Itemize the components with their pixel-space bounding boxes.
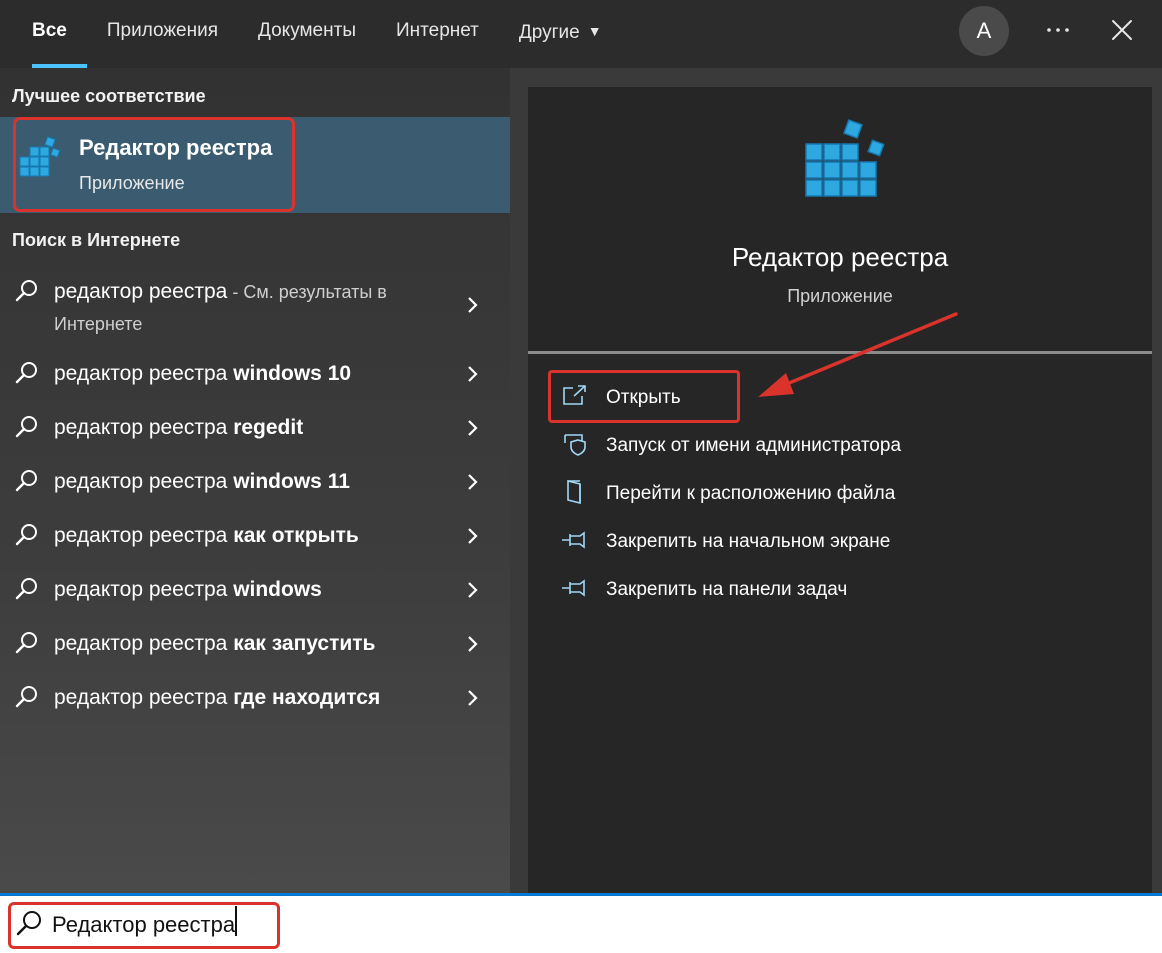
action-pin-to-start-label: Закрепить на начальном экране xyxy=(606,531,891,552)
preview-subtitle: Приложение xyxy=(787,286,893,306)
chevron-right-icon xyxy=(468,366,478,382)
suggestion-prefix: редактор реестра xyxy=(54,470,234,493)
more-options-icon[interactable] xyxy=(1040,12,1076,48)
highlight-frame-search xyxy=(8,902,280,949)
search-icon xyxy=(15,470,37,492)
web-suggestion-text: редактор реестра как запустить xyxy=(54,628,424,660)
preview-title: Редактор реестра xyxy=(731,242,949,272)
tab-all-label: Все xyxy=(32,20,67,41)
pin-icon xyxy=(562,531,585,549)
chevron-right-icon xyxy=(468,297,478,313)
suggestion-bold: как открыть xyxy=(233,524,359,547)
preview-divider xyxy=(528,351,1152,354)
chevron-right-icon xyxy=(468,420,478,436)
tab-documents[interactable]: Документы xyxy=(238,0,376,68)
action-pin-to-start[interactable]: Закрепить на начальном экране xyxy=(560,522,1120,562)
web-suggestion-text: редактор реестра regedit xyxy=(54,412,424,444)
web-suggestion-item[interactable]: редактор реестра windows 11 xyxy=(0,466,510,520)
avatar-initial: A xyxy=(976,18,992,43)
suggestion-prefix: редактор реестра xyxy=(54,524,234,547)
tab-documents-label: Документы xyxy=(258,20,356,41)
search-icon xyxy=(15,280,37,302)
suggestion-prefix: редактор реестра xyxy=(54,686,234,709)
shield-icon xyxy=(564,434,586,456)
highlight-frame-best-match xyxy=(13,117,295,212)
suggestion-prefix: редактор реестра xyxy=(54,578,234,601)
suggestion-prefix: редактор реестра xyxy=(54,632,234,655)
pin-icon xyxy=(562,579,585,597)
chevron-down-icon: ▼ xyxy=(587,23,602,39)
highlight-frame-open xyxy=(548,370,740,423)
chevron-right-icon xyxy=(468,474,478,490)
chevron-right-icon xyxy=(468,582,478,598)
web-suggestion-text: редактор реестра как открыть xyxy=(54,520,424,552)
search-icon xyxy=(15,686,37,708)
tab-all[interactable]: Все xyxy=(0,0,87,68)
web-suggestion-item[interactable]: редактор реестра где находится xyxy=(0,682,510,736)
search-icon xyxy=(15,632,37,654)
registry-editor-icon xyxy=(805,119,885,197)
web-suggestion-text: редактор реестра windows 11 xyxy=(54,466,424,498)
search-icon xyxy=(15,416,37,438)
suggestion-bold: как запустить xyxy=(233,632,376,655)
suggestion-bold: windows 10 xyxy=(233,362,352,385)
tab-apps[interactable]: Приложения xyxy=(87,0,238,68)
folder-icon xyxy=(567,480,581,504)
tab-apps-label: Приложения xyxy=(106,20,219,41)
action-run-as-admin[interactable]: Запуск от имени администратора xyxy=(560,426,1120,466)
web-suggestion-item[interactable]: редактор реестра windows 10 xyxy=(0,358,510,412)
search-icon xyxy=(15,578,37,600)
suggestion-bold: windows xyxy=(233,578,322,601)
best-match-heading: Лучшее соответствие xyxy=(12,86,206,106)
web-suggestion-item[interactable]: редактор реестра - См. результаты в Инте… xyxy=(0,276,510,340)
close-icon[interactable] xyxy=(1104,12,1140,48)
web-suggestion-item[interactable]: редактор реестра как запустить xyxy=(0,628,510,682)
action-run-as-admin-label: Запуск от имени администратора xyxy=(606,435,902,456)
action-open-file-location-label: Перейти к расположению файла xyxy=(606,483,896,504)
action-open-file-location[interactable]: Перейти к расположению файла xyxy=(560,474,1120,514)
web-suggestion-item[interactable]: редактор реестра regedit xyxy=(0,412,510,466)
tab-internet[interactable]: Интернет xyxy=(376,0,499,68)
filter-tabs: Все Приложения Документы Интернет Другие… xyxy=(0,0,622,68)
suggestion-prefix: редактор реестра xyxy=(54,280,228,303)
top-bar: Все Приложения Документы Интернет Другие… xyxy=(0,0,1162,68)
web-suggestion-text: редактор реестра - См. результаты в Инте… xyxy=(54,276,424,340)
search-icon xyxy=(15,362,37,384)
web-suggestion-text: редактор реестра windows 10 xyxy=(54,358,424,390)
suggestion-bold: где находится xyxy=(233,686,381,709)
suggestion-bold: windows 11 xyxy=(233,470,350,493)
suggestion-bold: regedit xyxy=(233,416,304,439)
web-suggestion-item[interactable]: редактор реестра windows xyxy=(0,574,510,628)
suggestion-prefix: редактор реестра xyxy=(54,362,234,385)
web-suggestion-text: редактор реестра windows xyxy=(54,574,424,606)
tab-internet-label: Интернет xyxy=(395,20,479,41)
suggestion-prefix: редактор реестра xyxy=(54,416,234,439)
chevron-right-icon xyxy=(468,636,478,652)
tab-other[interactable]: Другие ▼ xyxy=(499,0,622,68)
web-search-heading: Поиск в Интернете xyxy=(12,230,181,250)
avatar[interactable]: A xyxy=(959,6,1009,56)
tab-other-label: Другие xyxy=(518,22,580,43)
web-suggestion-item[interactable]: редактор реестра как открыть xyxy=(0,520,510,574)
search-icon xyxy=(15,524,37,546)
action-pin-to-taskbar-label: Закрепить на панели задач xyxy=(606,579,848,600)
action-pin-to-taskbar[interactable]: Закрепить на панели задач xyxy=(560,570,1120,610)
chevron-right-icon xyxy=(468,528,478,544)
chevron-right-icon xyxy=(468,690,478,706)
web-suggestion-text: редактор реестра где находится xyxy=(54,682,424,714)
